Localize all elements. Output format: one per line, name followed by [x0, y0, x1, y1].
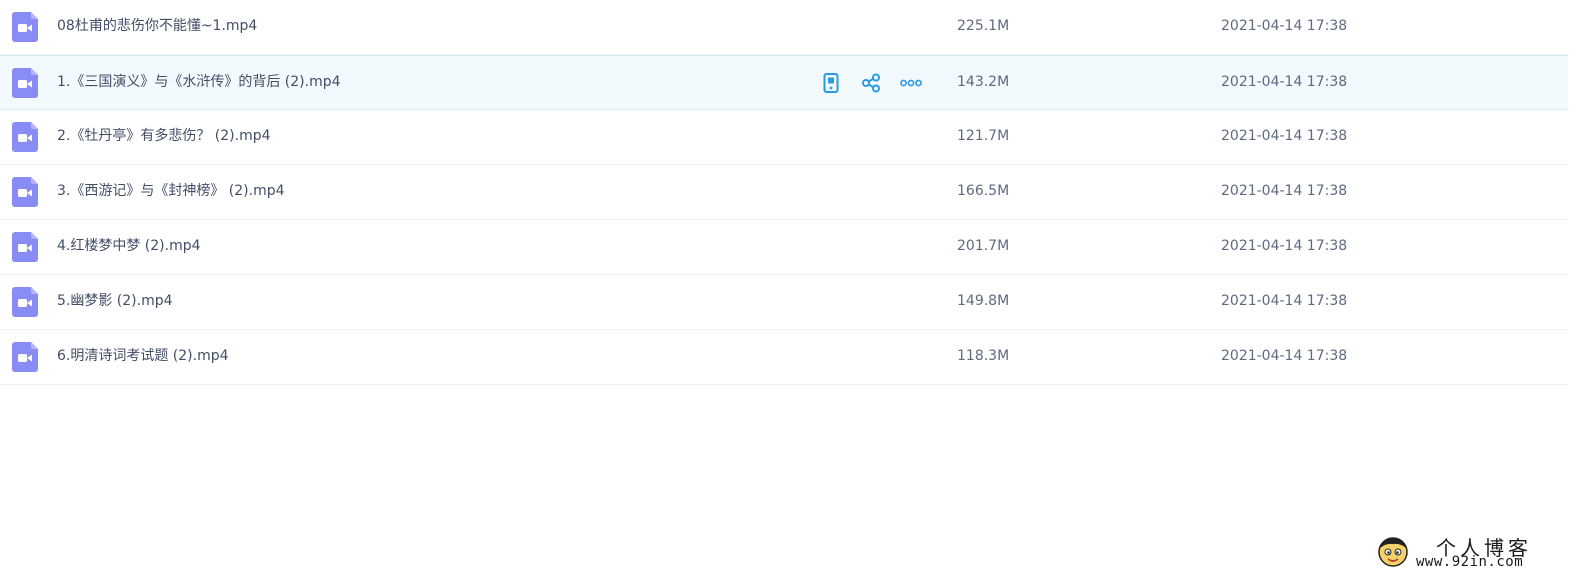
file-size: 166.5M [957, 183, 1010, 199]
file-date: 2021-04-14 17:38 [1221, 238, 1348, 254]
video-file-icon [12, 287, 38, 317]
file-name[interactable]: 4.红楼梦中梦 (2).mp4 [57, 220, 201, 272]
file-list: 08杜甫的悲伤你不能懂~1.mp4 225.1M 2021-04-14 17:3… [0, 0, 1568, 385]
share-button[interactable] [858, 70, 884, 96]
file-size: 118.3M [957, 348, 1010, 364]
more-icon [900, 79, 922, 87]
file-size: 143.2M [957, 74, 1010, 90]
file-size: 121.7M [957, 128, 1010, 144]
file-date: 2021-04-14 17:38 [1221, 183, 1348, 199]
file-row[interactable]: 6.明清诗词考试题 (2).mp4 118.3M 2021-04-14 17:3… [0, 330, 1568, 385]
file-date: 2021-04-14 17:38 [1221, 293, 1348, 309]
cartoon-avatar-icon [1378, 537, 1408, 567]
video-file-icon [12, 342, 38, 372]
file-row[interactable]: 2.《牡丹亭》有多悲伤？ (2).mp4 121.7M 2021-04-14 1… [0, 110, 1568, 165]
video-file-icon [12, 68, 38, 98]
file-date: 2021-04-14 17:38 [1221, 18, 1348, 34]
phone-button[interactable] [818, 70, 844, 96]
file-name[interactable]: 2.《牡丹亭》有多悲伤？ (2).mp4 [57, 110, 271, 162]
file-name[interactable]: 5.幽梦影 (2).mp4 [57, 275, 173, 327]
file-name[interactable]: 1.《三国演义》与《水浒传》的背后 (2).mp4 [57, 56, 341, 108]
row-actions [818, 70, 938, 96]
file-name[interactable]: 3.《西游记》与《封神榜》 (2).mp4 [57, 165, 285, 217]
file-row[interactable]: 08杜甫的悲伤你不能懂~1.mp4 225.1M 2021-04-14 17:3… [0, 0, 1568, 55]
video-file-icon [12, 232, 38, 262]
video-file-icon [12, 12, 38, 42]
phone-icon [823, 73, 839, 93]
watermark: 个人博客 www.92in.com [1376, 530, 1556, 574]
file-name[interactable]: 08杜甫的悲伤你不能懂~1.mp4 [57, 0, 257, 52]
file-row[interactable]: 1.《三国演义》与《水浒传》的背后 (2).mp4 143.2M 2021-04… [0, 55, 1568, 110]
file-date: 2021-04-14 17:38 [1221, 74, 1348, 90]
file-row[interactable]: 3.《西游记》与《封神榜》 (2).mp4 166.5M 2021-04-14 … [0, 165, 1568, 220]
file-size: 201.7M [957, 238, 1010, 254]
file-row[interactable]: 5.幽梦影 (2).mp4 149.8M 2021-04-14 17:38 [0, 275, 1568, 330]
watermark-url: www.92in.com [1416, 554, 1524, 570]
file-row[interactable]: 4.红楼梦中梦 (2).mp4 201.7M 2021-04-14 17:38 [0, 220, 1568, 275]
share-icon [862, 73, 880, 93]
file-size: 225.1M [957, 18, 1010, 34]
file-name[interactable]: 6.明清诗词考试题 (2).mp4 [57, 330, 229, 382]
file-date: 2021-04-14 17:38 [1221, 128, 1348, 144]
video-file-icon [12, 122, 38, 152]
video-file-icon [12, 177, 38, 207]
file-date: 2021-04-14 17:38 [1221, 348, 1348, 364]
more-button[interactable] [898, 70, 924, 96]
file-size: 149.8M [957, 293, 1010, 309]
